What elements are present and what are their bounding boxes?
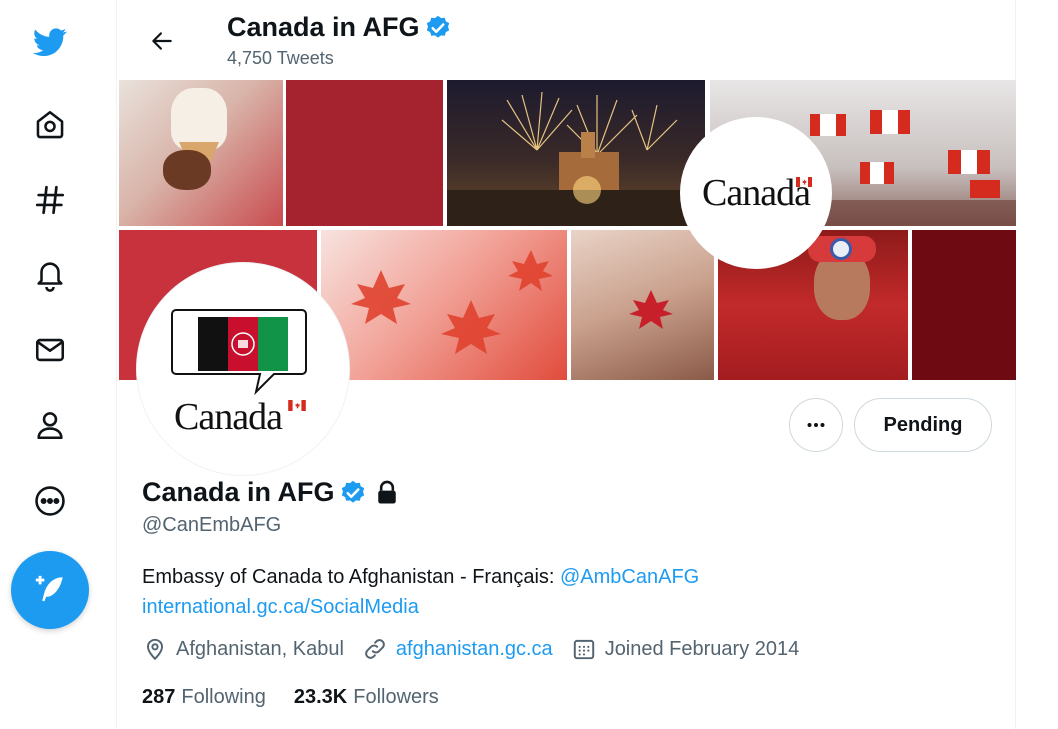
website-link[interactable]: afghanistan.gc.ca: [396, 638, 553, 661]
canada-flag-icon: [796, 177, 812, 187]
home-icon[interactable]: [22, 97, 78, 153]
following-link[interactable]: 287 Following: [142, 686, 266, 709]
pending-follow-button[interactable]: Pending: [854, 398, 992, 452]
avatar-afghan-flag-speech-bubble: [171, 309, 307, 396]
profile-name: Canada in AFG: [142, 477, 401, 508]
tweet-count: 4,750 Tweets: [227, 48, 334, 68]
profile-stats: 287 Following 23.3K Followers: [142, 686, 467, 709]
profile-avatar[interactable]: Canada: [137, 263, 349, 475]
more-options-button[interactable]: [789, 398, 843, 452]
location-text: Afghanistan, Kabul: [176, 637, 344, 660]
profile-name-text: Canada in AFG: [142, 477, 335, 507]
verified-badge-icon: [426, 15, 449, 38]
profile-person-icon[interactable]: [22, 397, 78, 453]
header-title-text: Canada in AFG: [227, 12, 420, 42]
profile-bio: Embassy of Canada to Afghanistan - Franç…: [142, 562, 982, 622]
banner-canada-wordmark: Canada: [680, 117, 832, 269]
banner-wordmark-text: Canada: [702, 172, 811, 214]
explore-hashtag-icon[interactable]: [22, 172, 78, 228]
left-nav: [0, 0, 100, 729]
calendar-icon: [573, 639, 594, 660]
location-pin-icon: [146, 638, 164, 661]
banner-photo-maple-leaves: [321, 230, 567, 380]
more-dots-icon: [807, 423, 825, 427]
website-item: afghanistan.gc.ca: [362, 636, 553, 662]
bio-text: Embassy of Canada to Afghanistan - Franç…: [142, 566, 560, 588]
back-button[interactable]: [141, 20, 183, 62]
banner-dark-red-block: [912, 230, 1016, 380]
twitter-logo-icon[interactable]: [22, 14, 78, 70]
messages-envelope-icon[interactable]: [22, 322, 78, 378]
verified-badge-icon: [341, 480, 364, 503]
page-title: Canada in AFG: [227, 12, 452, 43]
more-circle-icon[interactable]: [22, 473, 78, 529]
banner-photo-face-paint: [571, 230, 714, 380]
following-count: 287: [142, 686, 176, 708]
banner-photo-ice-cream: [119, 80, 283, 226]
protected-lock-icon: [377, 480, 396, 503]
followers-count: 23.3K: [293, 686, 348, 708]
profile-handle: @CanEmbAFG: [142, 514, 282, 536]
avatar-canada-flag-icon: [288, 400, 306, 411]
profile-column: Canada in AFG 4,750 Tweets Canada Canada…: [116, 0, 1016, 729]
compose-tweet-icon[interactable]: [11, 551, 89, 629]
location-item: Afghanistan, Kabul: [142, 636, 344, 662]
link-chain-icon: [365, 639, 385, 659]
bio-url-link[interactable]: international.gc.ca/SocialMedia: [142, 596, 419, 618]
back-arrow-icon: [152, 32, 172, 50]
banner-photo-fireworks: [447, 80, 705, 226]
bio-mention-link[interactable]: @AmbCanAFG: [560, 566, 699, 588]
profile-header-bar: Canada in AFG 4,750 Tweets: [117, 0, 1015, 80]
joined-item: Joined February 2014: [571, 636, 800, 662]
notifications-bell-icon[interactable]: [22, 247, 78, 303]
followers-link[interactable]: 23.3K Followers: [294, 686, 439, 709]
banner-red-block: [286, 80, 443, 226]
following-label: Following: [181, 686, 266, 708]
followers-label: Followers: [353, 686, 439, 708]
joined-text: Joined February 2014: [604, 637, 800, 660]
profile-meta: Afghanistan, Kabul afghanistan.gc.ca Joi…: [142, 636, 817, 662]
avatar-wordmark-text: Canada: [174, 396, 283, 438]
